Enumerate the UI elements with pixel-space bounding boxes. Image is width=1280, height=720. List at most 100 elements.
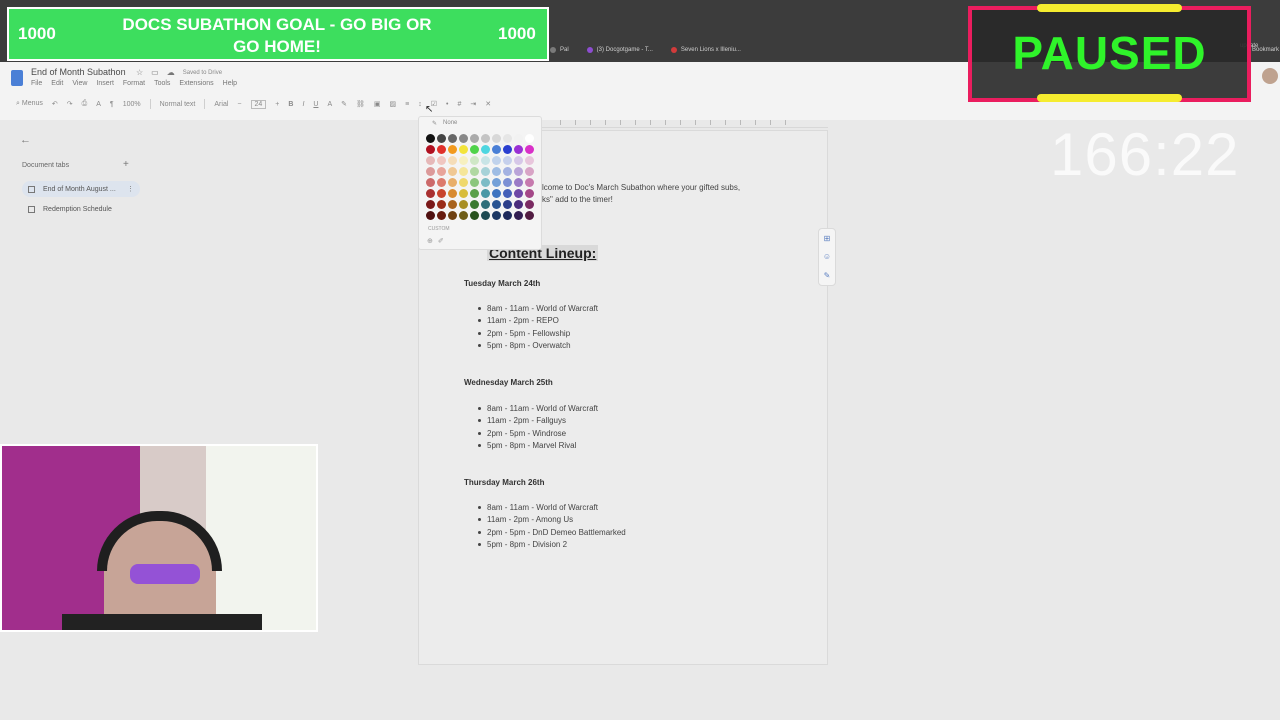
italic-icon[interactable]: I: [302, 101, 304, 108]
menu-insert[interactable]: Insert: [96, 80, 114, 87]
paint-format-icon[interactable]: ¶: [110, 101, 114, 108]
color-swatch[interactable]: [448, 156, 457, 165]
color-swatch[interactable]: [437, 156, 446, 165]
print-icon[interactable]: ⎙: [82, 100, 88, 108]
browser-tab[interactable]: Seven Lions x Illeniu...: [670, 47, 741, 53]
color-swatch[interactable]: [492, 134, 501, 143]
line-spacing-icon[interactable]: ↕: [418, 101, 422, 108]
indent-icon[interactable]: ⇥: [470, 100, 476, 108]
color-swatch[interactable]: [503, 145, 512, 154]
numbered-list-icon[interactable]: #: [457, 101, 461, 108]
color-swatch[interactable]: [481, 167, 490, 176]
eyedropper-icon[interactable]: ✐: [438, 237, 444, 245]
align-icon[interactable]: ≡: [405, 101, 409, 108]
color-swatch[interactable]: [514, 200, 523, 209]
color-swatch[interactable]: [437, 200, 446, 209]
suggest-edit-icon[interactable]: ✎: [824, 271, 831, 280]
color-swatch[interactable]: [503, 189, 512, 198]
spellcheck-icon[interactable]: A: [96, 101, 101, 108]
add-comment-icon[interactable]: ⊞: [824, 234, 831, 243]
color-swatch[interactable]: [459, 134, 468, 143]
color-swatch[interactable]: [448, 200, 457, 209]
undo-icon[interactable]: ↶: [52, 100, 58, 108]
menu-edit[interactable]: Edit: [51, 80, 63, 87]
color-swatch[interactable]: [514, 167, 523, 176]
text-color-icon[interactable]: A: [327, 101, 332, 108]
color-swatch[interactable]: [492, 189, 501, 198]
underline-icon[interactable]: U: [313, 101, 318, 108]
color-swatch[interactable]: [481, 189, 490, 198]
font-select[interactable]: Arial: [214, 101, 228, 108]
star-icon[interactable]: ☆: [136, 68, 143, 77]
color-swatch[interactable]: [525, 189, 534, 198]
color-swatch[interactable]: [503, 167, 512, 176]
zoom-select[interactable]: 100%: [123, 101, 141, 108]
color-swatch[interactable]: [525, 134, 534, 143]
color-swatch[interactable]: [448, 167, 457, 176]
color-swatch[interactable]: [426, 189, 435, 198]
color-swatch[interactable]: [525, 178, 534, 187]
color-swatch[interactable]: [426, 178, 435, 187]
color-swatch[interactable]: [525, 200, 534, 209]
comment-icon[interactable]: ▣: [374, 100, 381, 108]
color-swatch[interactable]: [492, 145, 501, 154]
color-swatch[interactable]: [503, 134, 512, 143]
color-swatch[interactable]: [426, 134, 435, 143]
color-swatch[interactable]: [481, 178, 490, 187]
picker-none-option[interactable]: ✎ None: [432, 120, 457, 127]
account-avatar[interactable]: [1262, 68, 1278, 84]
color-swatch[interactable]: [426, 211, 435, 220]
color-swatch[interactable]: [492, 211, 501, 220]
color-swatch[interactable]: [503, 178, 512, 187]
color-swatch[interactable]: [503, 211, 512, 220]
image-icon[interactable]: ▨: [390, 100, 397, 108]
color-swatch[interactable]: [514, 134, 523, 143]
color-swatch[interactable]: [481, 211, 490, 220]
document-title[interactable]: End of Month Subathon: [31, 67, 126, 77]
menu-format[interactable]: Format: [123, 80, 145, 87]
color-swatch[interactable]: [459, 200, 468, 209]
color-swatch[interactable]: [481, 145, 490, 154]
color-swatch[interactable]: [437, 189, 446, 198]
add-custom-color-icon[interactable]: ⊕: [427, 237, 433, 245]
font-size-input[interactable]: 24: [250, 99, 267, 109]
color-swatch[interactable]: [437, 145, 446, 154]
menu-extensions[interactable]: Extensions: [179, 80, 213, 87]
color-swatch[interactable]: [437, 178, 446, 187]
color-swatch[interactable]: [492, 178, 501, 187]
highlight-icon[interactable]: ✎: [341, 100, 347, 108]
color-swatch[interactable]: [459, 145, 468, 154]
color-swatch[interactable]: [470, 211, 479, 220]
color-swatch[interactable]: [503, 200, 512, 209]
color-swatch[interactable]: [470, 189, 479, 198]
docs-logo-icon[interactable]: [11, 70, 23, 86]
menu-file[interactable]: File: [31, 80, 42, 87]
color-swatch[interactable]: [470, 134, 479, 143]
color-swatch[interactable]: [426, 167, 435, 176]
color-swatch[interactable]: [448, 189, 457, 198]
font-decrease-icon[interactable]: −: [237, 101, 241, 108]
color-swatch[interactable]: [525, 211, 534, 220]
color-swatch[interactable]: [503, 156, 512, 165]
color-swatch[interactable]: [448, 178, 457, 187]
color-swatch[interactable]: [492, 156, 501, 165]
font-increase-icon[interactable]: +: [275, 101, 279, 108]
color-swatch[interactable]: [459, 211, 468, 220]
color-swatch[interactable]: [437, 211, 446, 220]
move-icon[interactable]: ▭: [151, 68, 159, 77]
menu-tools[interactable]: Tools: [154, 80, 170, 87]
color-swatch[interactable]: [459, 156, 468, 165]
link-icon[interactable]: ⛓: [356, 100, 365, 108]
color-swatch[interactable]: [481, 134, 490, 143]
color-swatch[interactable]: [514, 178, 523, 187]
color-swatch[interactable]: [459, 178, 468, 187]
color-swatch[interactable]: [514, 156, 523, 165]
color-swatch[interactable]: [448, 211, 457, 220]
color-swatch[interactable]: [426, 156, 435, 165]
search-menus[interactable]: ⌕ Menus: [16, 100, 43, 108]
color-swatch[interactable]: [459, 167, 468, 176]
color-swatch[interactable]: [525, 167, 534, 176]
clear-format-icon[interactable]: ✕: [485, 100, 491, 108]
color-swatch[interactable]: [470, 178, 479, 187]
color-swatch[interactable]: [426, 145, 435, 154]
